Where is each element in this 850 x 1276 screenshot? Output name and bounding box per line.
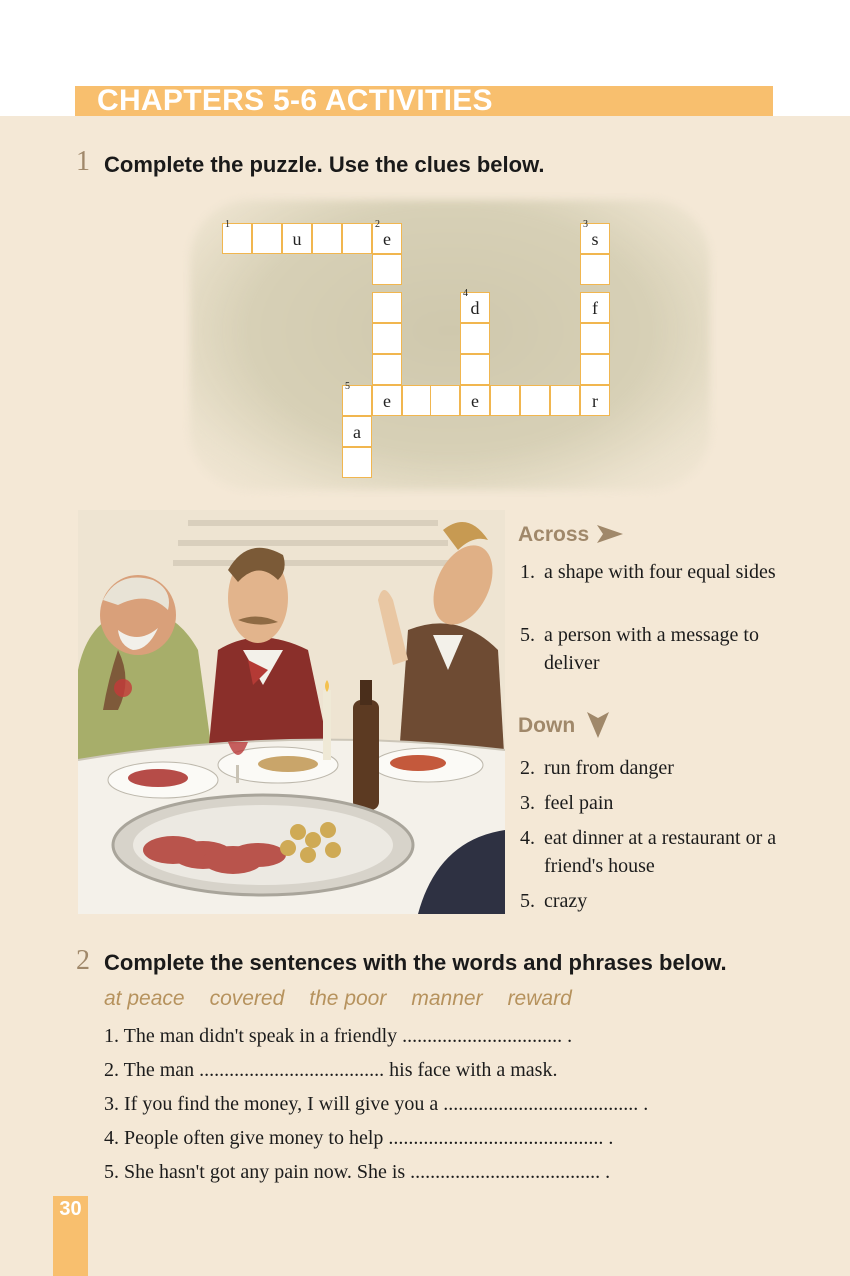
crossword-cell[interactable]: e (372, 385, 402, 416)
crossword-cell[interactable]: 1 (222, 219, 252, 254)
sentence: 4. People often give money to help .....… (104, 1127, 614, 1149)
page-number-tab: 30 (53, 1196, 88, 1276)
crossword-cell[interactable] (252, 223, 282, 254)
word-option: manner (411, 987, 483, 1010)
crossword-cell[interactable] (460, 323, 490, 354)
crossword-cell[interactable] (430, 385, 460, 416)
crossword-cell[interactable]: 5 (342, 381, 372, 416)
dinner-scene-image (78, 510, 505, 914)
crossword-cell[interactable]: 4d (460, 288, 490, 323)
crossword-cell[interactable]: u (282, 223, 312, 254)
crossword-cell[interactable] (312, 223, 342, 254)
word-option: at peace (104, 987, 185, 1010)
sentence: 2. The man .............................… (104, 1059, 558, 1081)
word-option: the poor (309, 987, 387, 1010)
exercise-2-number: 2 (76, 945, 90, 976)
crossword-cell[interactable]: r (580, 385, 610, 416)
crossword-cell[interactable] (342, 223, 372, 254)
exercise-2-heading: Complete the sentences with the words an… (104, 950, 727, 975)
down-heading: Down (518, 712, 609, 738)
page-number: 30 (59, 1198, 82, 1220)
down-clue: 2. run from danger (520, 757, 674, 779)
crossword-cell[interactable] (372, 323, 402, 354)
down-clue: 4. eat dinner at a restaurant or a friend… (520, 827, 777, 877)
title-bar: CHAPTERS 5-6 ACTIVITIES (75, 84, 773, 117)
crossword-cell[interactable] (580, 254, 610, 285)
dinner-illustration (78, 510, 505, 914)
across-clue: 1. a shape with four equal sides (520, 561, 776, 583)
down-clue: 5. crazy (520, 890, 588, 912)
crossword-cell[interactable] (372, 292, 402, 323)
crossword-cell[interactable] (520, 385, 550, 416)
arrow-down-icon (587, 712, 609, 738)
word-list: at peace covered the poor manner reward (104, 987, 597, 1011)
crossword-cell[interactable]: 2e (372, 219, 402, 254)
crossword-cell[interactable] (402, 385, 432, 416)
crossword-cell[interactable] (342, 447, 372, 478)
exercise-1-number: 1 (76, 146, 90, 177)
across-clue: 5. a person with a message to deliver (520, 624, 759, 674)
sentence: 5. She hasn't got any pain now. She is .… (104, 1161, 611, 1183)
exercise-1-heading: Complete the puzzle. Use the clues below… (104, 152, 545, 177)
crossword-cell[interactable] (372, 254, 402, 285)
crossword-cell[interactable] (490, 385, 520, 416)
page-title: CHAPTERS 5-6 ACTIVITIES (97, 84, 493, 117)
sentence: 1. The man didn't speak in a friendly ..… (104, 1025, 573, 1047)
word-option: reward (507, 987, 572, 1010)
down-clue: 3. feel pain (520, 792, 614, 814)
crossword-cell[interactable] (460, 354, 490, 385)
word-option: covered (209, 987, 285, 1010)
sentence: 3. If you find the money, I will give yo… (104, 1093, 649, 1115)
across-heading: Across (518, 523, 624, 547)
crossword-cell[interactable]: a (342, 416, 372, 447)
crossword-cell[interactable]: 3s (580, 219, 610, 254)
crossword-cell[interactable]: f (580, 292, 610, 323)
crossword-cell[interactable]: e (460, 385, 490, 416)
arrow-right-icon (597, 525, 624, 543)
crossword-cell[interactable] (580, 354, 610, 385)
crossword-cell[interactable] (372, 354, 402, 385)
crossword-cell[interactable] (550, 385, 580, 416)
crossword-cell[interactable] (580, 323, 610, 354)
